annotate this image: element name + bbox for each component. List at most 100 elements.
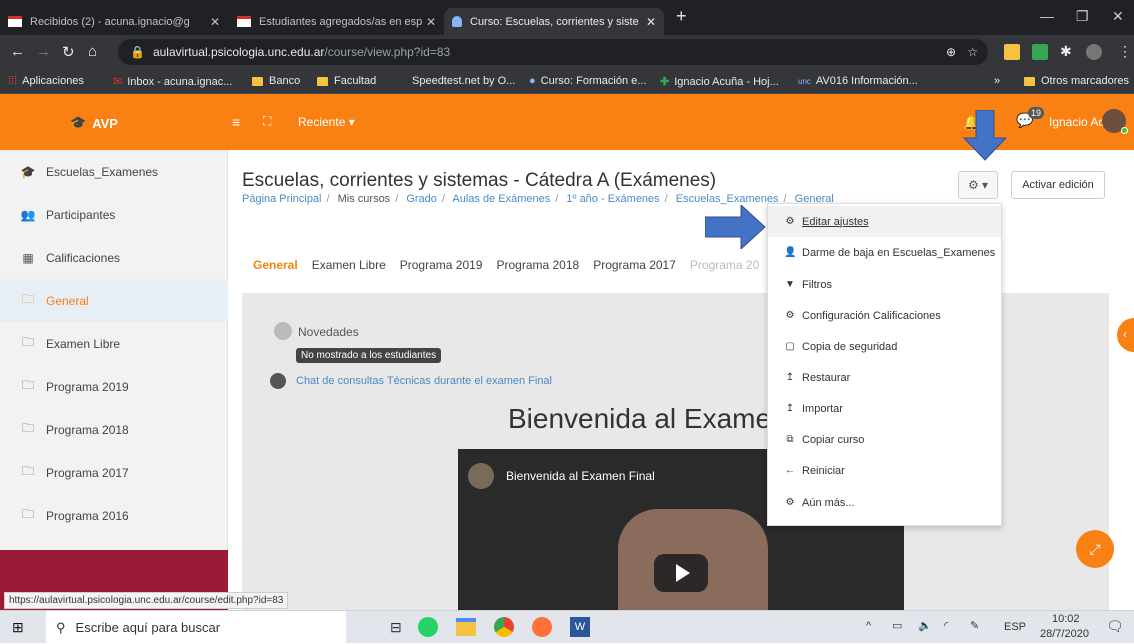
- extension-icon[interactable]: [1004, 44, 1020, 60]
- bookmark-banco[interactable]: Banco: [252, 75, 300, 87]
- sidebar-item-label: Calificaciones: [46, 250, 121, 265]
- whatsapp-icon[interactable]: [418, 617, 438, 637]
- course-actions-gear-button[interactable]: ⚙ ▾: [958, 171, 998, 199]
- tab-programa-2017[interactable]: Programa 2017: [593, 258, 676, 272]
- sidebar-item-programa-2019[interactable]: 🗀 Programa 2019: [0, 365, 228, 408]
- star-icon[interactable]: ☆: [967, 45, 978, 59]
- reload-icon[interactable]: ↻: [62, 43, 75, 61]
- close-icon[interactable]: ✕: [426, 15, 436, 29]
- tab-general[interactable]: General: [253, 258, 298, 272]
- restore-icon[interactable]: ❐: [1076, 8, 1089, 25]
- browser-tab-gmail-estudiantes[interactable]: Estudiantes agregados/as en esp ✕: [229, 8, 444, 35]
- breadcrumb-item[interactable]: 1º año - Exámenes: [566, 193, 659, 205]
- bookmark-facultad[interactable]: Facultad: [317, 75, 376, 87]
- folder-icon: 🗀: [21, 507, 34, 521]
- menu-item-editar-ajustes[interactable]: ⚙ Editar ajustes: [768, 206, 1001, 237]
- menu-item-backup[interactable]: ▢ Copia de seguridad: [768, 331, 1001, 362]
- breadcrumb-item[interactable]: Escuelas_Examenes: [676, 193, 779, 205]
- menu-item-label: Copiar curso: [802, 433, 865, 446]
- sidebar-item-examen-libre[interactable]: 🗀 Examen Libre: [0, 322, 228, 365]
- taskbar-search[interactable]: ⚲ Escribe aquí para buscar: [46, 611, 346, 644]
- address-bar[interactable]: 🔒 aulavirtual.psicologia.unc.edu.ar /cou…: [118, 39, 988, 65]
- tab-programa-2019[interactable]: Programa 2019: [400, 258, 483, 272]
- breadcrumb-item[interactable]: Mis cursos: [338, 193, 391, 205]
- clock-time[interactable]: 10:02: [1052, 613, 1080, 625]
- browser-tab-curso[interactable]: Curso: Escuelas, corrientes y siste ✕: [444, 8, 664, 35]
- breadcrumb-item[interactable]: Grado: [406, 193, 437, 205]
- tray-chevron-icon[interactable]: ^: [866, 620, 871, 632]
- battery-icon[interactable]: ▭: [892, 619, 902, 632]
- sidebar-item-participantes[interactable]: 👥 Participantes: [0, 193, 228, 236]
- file-explorer-icon[interactable]: [456, 618, 476, 636]
- clock-date[interactable]: 28/7/2020: [1040, 628, 1089, 640]
- bookmark-curso[interactable]: ● Curso: Formación e...: [529, 75, 646, 87]
- bookmark-apps[interactable]: ⁞⁞⁞ Aplicaciones: [8, 75, 84, 87]
- sidebar-item-programa-2016[interactable]: 🗀 Programa 2016: [0, 494, 228, 537]
- chrome-icon[interactable]: [494, 617, 514, 637]
- windows-start-icon[interactable]: ⊞: [12, 619, 24, 636]
- pen-icon[interactable]: ✎: [970, 619, 979, 632]
- task-view-icon[interactable]: ⊟: [390, 619, 402, 636]
- tab-examen-libre[interactable]: Examen Libre: [312, 258, 386, 272]
- breadcrumb-item[interactable]: Página Principal: [242, 193, 322, 205]
- sidebar-item-programa-2017[interactable]: 🗀 Programa 2017: [0, 451, 228, 494]
- menu-item-label: Configuración Calificaciones: [802, 309, 941, 322]
- news-link[interactable]: Novedades: [298, 325, 359, 339]
- puzzle-icon[interactable]: ✱: [1060, 43, 1072, 60]
- language-indicator[interactable]: ESP: [1004, 621, 1026, 633]
- chat-link[interactable]: Chat de consultas Técnicas durante el ex…: [296, 375, 552, 387]
- bookmark-inbox[interactable]: ✉ Inbox - acuna.ignac...: [113, 75, 232, 89]
- browser-tab-gmail-inbox[interactable]: Recibidos (2) - acuna.ignacio@g ✕: [0, 8, 228, 35]
- annotation-arrow-down-icon: [962, 110, 1008, 161]
- zoom-icon[interactable]: ⊕: [946, 45, 956, 59]
- minimize-icon[interactable]: —: [1040, 8, 1054, 24]
- new-tab-icon[interactable]: +: [676, 6, 687, 27]
- menu-item-filtros[interactable]: ▼ Filtros: [768, 269, 1001, 300]
- menu-item-mas[interactable]: ⚙ Aún más...: [768, 487, 1001, 518]
- sidebar-item-course[interactable]: 🎓 Escuelas_Examenes: [0, 150, 228, 193]
- folder-icon: 🗀: [21, 378, 34, 392]
- menu-item-label: Importar: [802, 402, 843, 415]
- menu-item-restaurar[interactable]: ↥ Restaurar: [768, 362, 1001, 393]
- turn-editing-on-button[interactable]: Activar edición: [1011, 171, 1105, 199]
- upload-icon: ↥: [785, 372, 795, 383]
- bookmark-otros[interactable]: Otros marcadores: [1024, 75, 1129, 87]
- menu-icon[interactable]: ⋮: [1118, 43, 1132, 60]
- menu-item-reiniciar[interactable]: ← Reiniciar: [768, 455, 1001, 486]
- back-icon[interactable]: ←: [10, 43, 25, 60]
- tab-programa-2016[interactable]: Programa 20: [690, 258, 759, 272]
- volume-icon[interactable]: 🔈: [918, 619, 932, 632]
- drawer-toggle-icon[interactable]: ‹: [1117, 318, 1134, 352]
- close-window-icon[interactable]: ✕: [1112, 8, 1124, 25]
- forward-icon[interactable]: →: [36, 43, 51, 60]
- word-icon[interactable]: W: [570, 617, 590, 637]
- close-icon[interactable]: ✕: [210, 15, 220, 29]
- fullscreen-icon[interactable]: ⛶: [263, 114, 271, 129]
- menu-item-copiar[interactable]: ⧉ Copiar curso: [768, 424, 1001, 455]
- tab-programa-2018[interactable]: Programa 2018: [496, 258, 579, 272]
- menu-item-unenrol[interactable]: 👤 Darme de baja en Escuelas_Examenes: [768, 237, 1001, 268]
- bookmark-speedtest[interactable]: Speedtest.net by O...: [412, 75, 515, 87]
- bookmark-overflow[interactable]: »: [994, 75, 1000, 87]
- sidebar-item-programa-2018[interactable]: 🗀 Programa 2018: [0, 408, 228, 451]
- extension-icon[interactable]: [1032, 44, 1048, 60]
- sidebar-item-general[interactable]: 🗀 General: [0, 279, 228, 322]
- profile-icon[interactable]: [1086, 44, 1102, 60]
- menu-item-label: Editar ajustes: [802, 215, 869, 228]
- bookmark-sheet[interactable]: ✚ Ignacio Acuña - Hoj...: [660, 75, 779, 89]
- brand-link[interactable]: 🎓 AVP: [70, 115, 118, 131]
- expand-icon[interactable]: ⤢: [1076, 530, 1114, 568]
- notifications-icon[interactable]: 🗨: [1106, 618, 1124, 635]
- recent-menu[interactable]: Reciente ▾: [298, 115, 355, 129]
- close-icon[interactable]: ✕: [646, 15, 656, 29]
- bookmark-av016[interactable]: unc AV016 Información...: [798, 75, 918, 87]
- home-icon[interactable]: ⌂: [88, 43, 97, 60]
- menu-item-config-calificaciones[interactable]: ⚙ Configuración Calificaciones: [768, 300, 1001, 331]
- sidebar-item-calificaciones[interactable]: ▦ Calificaciones: [0, 236, 228, 279]
- hamburger-icon[interactable]: ≡: [232, 114, 240, 130]
- channel-avatar: [468, 463, 494, 489]
- wifi-icon[interactable]: ◜: [944, 619, 948, 632]
- firefox-icon[interactable]: [532, 617, 552, 637]
- menu-item-importar[interactable]: ↥ Importar: [768, 393, 1001, 424]
- breadcrumb-item[interactable]: Aulas de Exámenes: [452, 193, 550, 205]
